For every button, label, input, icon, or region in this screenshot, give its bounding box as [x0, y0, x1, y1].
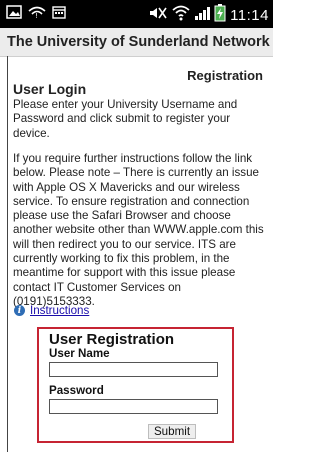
instructions-row: i Instructions [14, 304, 89, 317]
signal-alert-icon: ! [28, 5, 46, 24]
login-heading: User Login [13, 81, 87, 97]
mute-icon [148, 5, 168, 26]
status-bar: ! 11:14 [0, 0, 273, 28]
status-bar-left: ! [6, 5, 66, 24]
info-icon: i [14, 305, 25, 316]
password-label: Password [49, 384, 104, 397]
username-input[interactable] [49, 362, 218, 377]
submit-button[interactable]: Submit [148, 424, 196, 439]
svg-text:!: ! [35, 12, 38, 19]
password-input[interactable] [49, 399, 218, 414]
registration-label: Registration [187, 68, 263, 83]
site-title: The University of Sunderland Network [7, 34, 270, 50]
cell-signal-icon [194, 5, 211, 26]
calendar-icon [52, 5, 66, 24]
battery-charging-icon [214, 4, 226, 27]
username-label: User Name [49, 347, 110, 360]
wifi-icon [172, 5, 190, 26]
status-time: 11:14 [230, 7, 269, 24]
instructions-link[interactable]: Instructions [30, 304, 89, 317]
notice-text: If you require further instructions foll… [13, 152, 264, 308]
registration-form: User Registration User Name Password Sub… [37, 327, 234, 443]
image-icon [6, 5, 22, 24]
content-edge-divider [7, 56, 8, 452]
site-header: The University of Sunderland Network [0, 28, 273, 57]
intro-text: Please enter your University Username an… [13, 98, 238, 140]
registration-form-title: User Registration [49, 331, 175, 348]
status-bar-right: 11:14 [148, 4, 269, 27]
